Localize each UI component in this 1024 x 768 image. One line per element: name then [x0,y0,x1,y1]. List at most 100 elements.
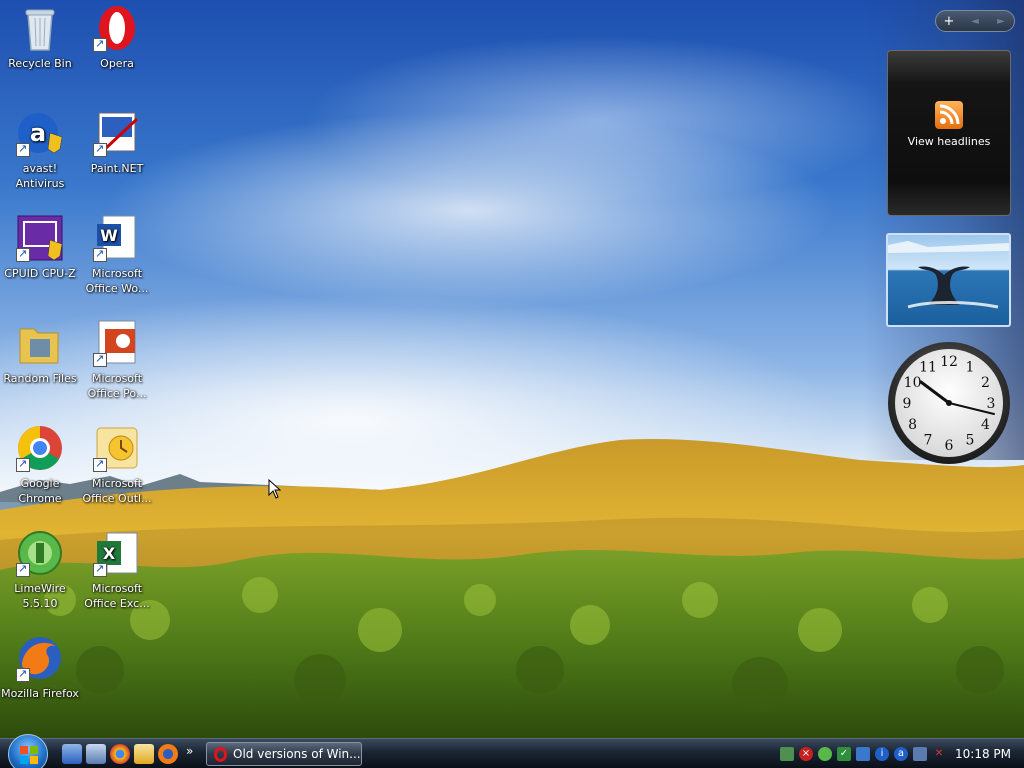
shortcut-arrow-icon [93,141,107,157]
security-alert-tray-icon[interactable]: × [799,747,813,761]
shortcut-arrow-icon [93,456,107,472]
clock-gadget[interactable]: 12 12 3 45678 9 1011 [886,340,1012,466]
chrome-icon [16,424,64,472]
word-icon: W [93,214,141,262]
shortcut-arrow-icon [16,456,30,472]
desktop-icon-label: Mozilla Firefox [1,687,79,700]
desktop-icon-label: LimeWire 5.5.10 [14,582,66,610]
desktop-icon-office-outlook[interactable]: Microsoft Office Outl... [77,424,157,506]
shortcut-arrow-icon [16,246,30,262]
check-tray-icon[interactable]: ✓ [837,747,851,761]
limewire-tray-icon[interactable] [818,747,832,761]
clock-numeral: 3 [987,396,996,412]
firefox-quicklaunch-icon[interactable] [158,744,178,764]
show-desktop-icon[interactable] [62,744,82,764]
sidebar-controls: + ◄ ► [935,10,1015,32]
desktop-icon-label: CPUID CPU-Z [4,267,76,280]
taskbar: » Old versions of Win... × ✓ i a ✕ 10:18… [0,734,1024,768]
desktop-icon-random-files[interactable]: Random Files [0,319,80,386]
shortcut-arrow-icon [93,36,107,52]
shortcut-arrow-icon [16,666,30,682]
desktop-icon-label: Random Files [3,372,77,385]
recycle-bin-icon [16,4,64,52]
info-tray-icon[interactable]: i [875,747,889,761]
switch-windows-icon[interactable] [86,744,106,764]
rss-icon [935,101,963,129]
view-headlines-link[interactable]: View headlines [888,135,1010,148]
next-gadget-button[interactable]: ► [988,16,1014,27]
taskbar-window-opera[interactable]: Old versions of Win... [206,742,362,766]
add-gadget-button[interactable]: + [936,14,962,29]
mouse-cursor-icon [268,479,282,499]
clock-numeral: 4 [981,417,990,433]
desktop-icon-mozilla-firefox[interactable]: Mozilla Firefox [0,634,80,701]
clock-numeral: 5 [966,432,975,448]
desktop-icon-label: Paint.NET [90,162,144,175]
desktop-icon-label: Microsoft Office Wo... [85,267,149,295]
desktop-icon-label: Google Chrome [18,477,62,505]
clock-numeral: 10 [904,375,922,391]
whale-tail-image [888,241,1009,309]
volume-muted-icon[interactable]: ✕ [932,747,946,761]
clock-numeral: 2 [981,375,990,391]
opera-icon [214,747,227,762]
clock-numeral: 11 [919,360,937,376]
quicklaunch-overflow-chevron[interactable]: » [186,744,193,758]
firefox-icon [16,634,64,682]
clock-numeral: 1 [966,360,975,376]
shortcut-arrow-icon [93,351,107,367]
desktop-icon-cpu-z[interactable]: CPUID CPU-Z [0,214,80,281]
shortcut-arrow-icon [93,561,107,577]
avast-icon: a [16,109,64,157]
desktop-icon-office-powerpoint[interactable]: Microsoft Office Po... [77,319,157,401]
clock-numeral: 7 [924,432,933,448]
powerpoint-icon [93,319,141,367]
monitor-tray-icon[interactable] [856,747,870,761]
slideshow-gadget[interactable] [886,233,1011,327]
feed-headlines-gadget[interactable]: View headlines [887,50,1011,216]
svg-text:W: W [100,226,118,245]
desktop-icon-google-chrome[interactable]: Google Chrome [0,424,80,506]
desktop-icon-limewire[interactable]: LimeWire 5.5.10 [0,529,80,611]
excel-icon: X [93,529,141,577]
shortcut-arrow-icon [16,561,30,577]
desktop-icon-opera[interactable]: Opera [77,4,157,71]
shortcut-arrow-icon [93,246,107,262]
desktop-icon-office-excel[interactable]: X Microsoft Office Exc... [77,529,157,611]
desktop-icon-recycle-bin[interactable]: Recycle Bin [0,4,80,71]
avast-tray-icon[interactable]: a [894,747,908,761]
desktop-icon-label: Microsoft Office Exc... [84,582,150,610]
clock-numeral: 8 [908,417,917,433]
limewire-icon [16,529,64,577]
network-connection-tray-icon[interactable] [913,747,927,761]
prev-gadget-button[interactable]: ◄ [962,16,988,27]
desktop-icon-label: Opera [100,57,134,70]
svg-text:X: X [103,544,116,563]
clock-numeral: 9 [903,396,912,412]
taskbar-window-label: Old versions of Win... [233,747,361,761]
desktop-icon-label: Microsoft Office Po... [87,372,147,400]
clock-numeral: 12 [940,354,958,370]
opera-icon [93,4,141,52]
windows-logo-icon [20,746,38,764]
clock-numeral: 6 [945,438,954,454]
desktop-icon-avast[interactable]: a avast! Antivirus [0,109,80,191]
desktop-icon-label: avast! Antivirus [15,162,65,190]
start-button[interactable] [8,734,48,768]
system-clock[interactable]: 10:18 PM [955,747,1011,761]
cpu-z-icon [16,214,64,262]
folder-icon [16,319,64,367]
desktop-icon-label: Recycle Bin [8,57,72,70]
desktop-icon-office-word[interactable]: W Microsoft Office Wo... [77,214,157,296]
outlook-icon [93,424,141,472]
system-tray: × ✓ i a ✕ 10:18 PM [780,742,1024,766]
quick-launch [62,744,178,764]
desktop-icon-label: Microsoft Office Outl... [82,477,152,505]
paint-net-icon [93,109,141,157]
desktop-icon-paint-net[interactable]: Paint.NET [77,109,157,176]
svg-text:a: a [30,119,46,147]
shortcut-arrow-icon [16,141,30,157]
outlook-quicklaunch-icon[interactable] [134,744,154,764]
network-tray-icon[interactable] [780,747,794,761]
chrome-quicklaunch-icon[interactable] [110,744,130,764]
